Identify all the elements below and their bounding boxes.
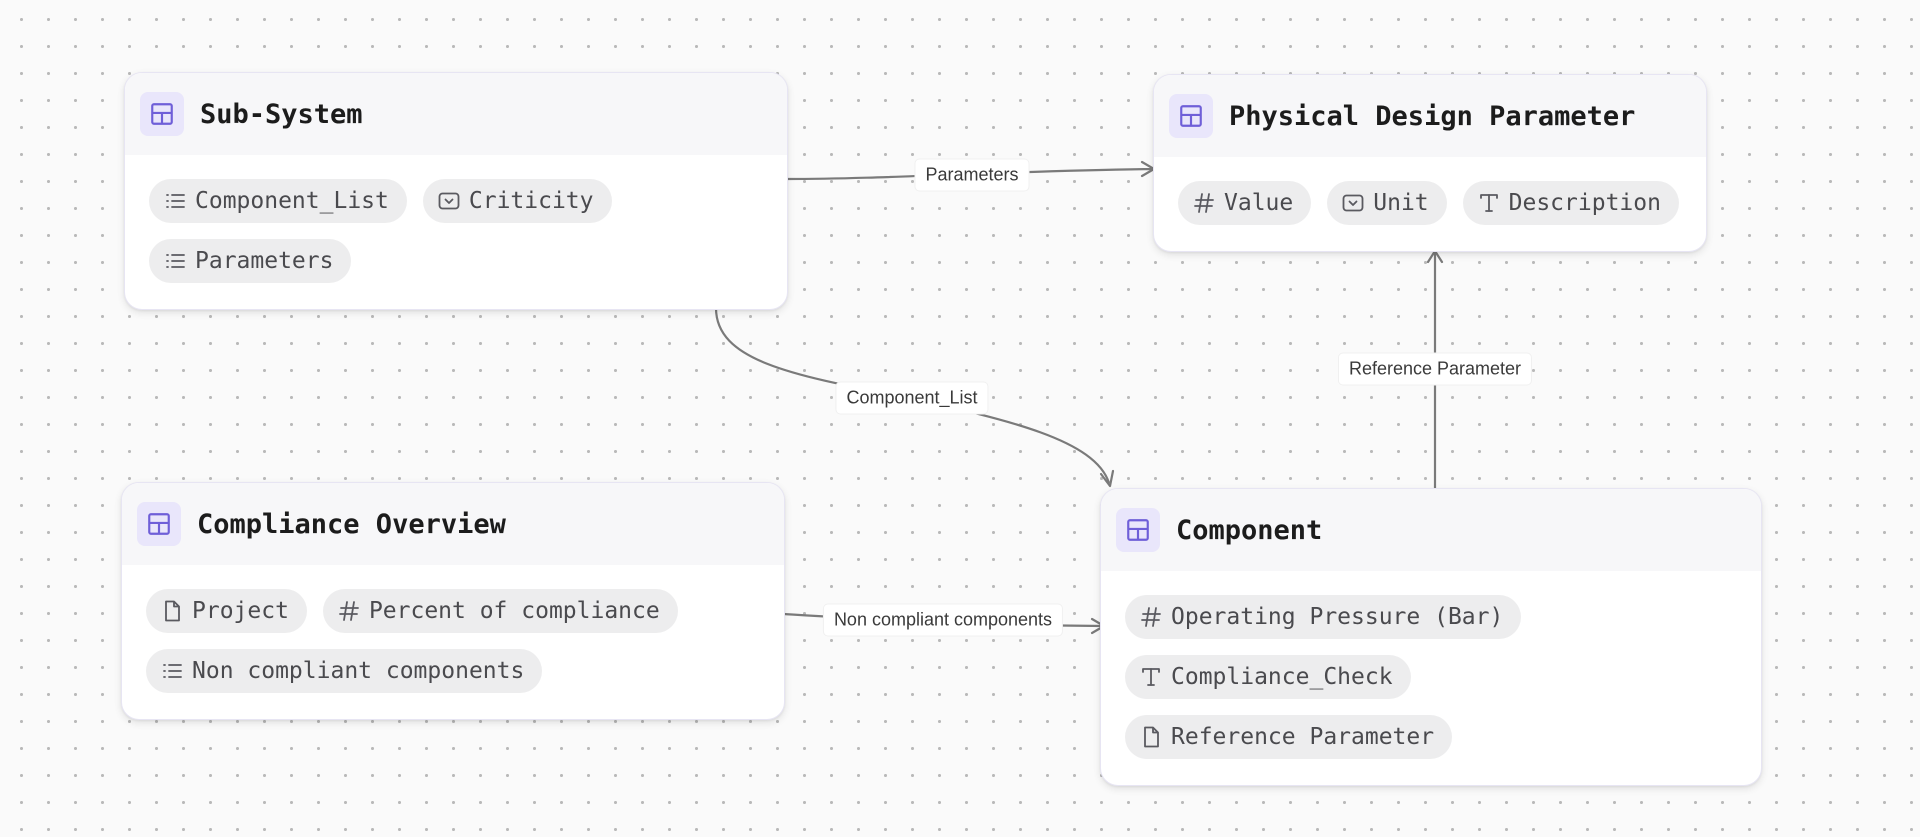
field-chip[interactable]: Description: [1462, 181, 1679, 225]
field-list: Operating Pressure (Bar) Compliance_Chec…: [1101, 571, 1761, 759]
node-component[interactable]: Component Operating Pressure (Bar) Compl…: [1100, 488, 1762, 786]
field-label: Reference Parameter: [1171, 724, 1435, 750]
edge-label-reference-parameter[interactable]: Reference Parameter: [1338, 353, 1532, 385]
hash-icon: [1192, 191, 1216, 215]
list-icon: [163, 249, 187, 273]
select-icon: [437, 189, 461, 213]
field-chip[interactable]: Component_List: [149, 179, 407, 223]
text-icon: [1139, 665, 1163, 689]
hash-icon: [337, 599, 361, 623]
field-label: Percent of compliance: [368, 598, 660, 624]
field-label: Project: [192, 598, 289, 624]
edge-label-non-compliant-components[interactable]: Non compliant components: [823, 604, 1063, 636]
table-icon: [1169, 94, 1213, 138]
field-chip[interactable]: Percent of compliance: [322, 589, 678, 633]
node-physical-design-parameter[interactable]: Physical Design Parameter Value Unit Des…: [1153, 74, 1707, 252]
node-title: Component: [1176, 514, 1323, 546]
field-label: Description: [1508, 190, 1661, 216]
field-chip[interactable]: Operating Pressure (Bar): [1125, 595, 1522, 639]
field-label: Unit: [1373, 190, 1429, 216]
table-icon: [140, 92, 184, 136]
field-label: Non compliant components: [192, 658, 525, 684]
diagram-canvas[interactable]: Parameters Component_List Reference Para…: [0, 0, 1920, 837]
list-icon: [160, 659, 184, 683]
field-chip[interactable]: Non compliant components: [146, 649, 543, 693]
node-header[interactable]: Component: [1101, 489, 1761, 571]
field-chip[interactable]: Project: [146, 589, 307, 633]
field-label: Criticity: [468, 188, 594, 214]
node-title: Physical Design Parameter: [1229, 100, 1636, 132]
field-chip[interactable]: Criticity: [422, 179, 612, 223]
field-chip[interactable]: Value: [1178, 181, 1312, 225]
list-icon: [163, 189, 187, 213]
hash-icon: [1139, 605, 1163, 629]
field-list: Component_List Criticity Parameters: [125, 155, 787, 283]
table-icon: [137, 502, 181, 546]
node-header[interactable]: Compliance Overview: [122, 483, 784, 565]
field-label: Parameters: [195, 248, 334, 274]
node-title: Sub-System: [200, 98, 363, 130]
table-icon: [1116, 508, 1160, 552]
field-label: Value: [1224, 190, 1294, 216]
field-chip[interactable]: Reference Parameter: [1125, 715, 1453, 759]
field-chip[interactable]: Unit: [1327, 181, 1447, 225]
node-title: Compliance Overview: [197, 508, 506, 540]
node-sub-system[interactable]: Sub-System Component_List Criticity Para…: [124, 72, 788, 310]
field-chip[interactable]: Compliance_Check: [1125, 655, 1411, 699]
field-chip[interactable]: Parameters: [149, 239, 352, 283]
field-list: Value Unit Description: [1154, 157, 1706, 225]
node-header[interactable]: Physical Design Parameter: [1154, 75, 1706, 157]
document-icon: [1139, 725, 1163, 749]
field-label: Operating Pressure (Bar): [1171, 604, 1504, 630]
document-icon: [160, 599, 184, 623]
text-icon: [1477, 191, 1501, 215]
node-compliance-overview[interactable]: Compliance Overview Project Percent of c…: [121, 482, 785, 720]
field-label: Compliance_Check: [1171, 664, 1393, 690]
node-header[interactable]: Sub-System: [125, 73, 787, 155]
select-icon: [1341, 191, 1365, 215]
edge-label-component-list[interactable]: Component_List: [836, 382, 988, 414]
field-label: Component_List: [195, 188, 389, 214]
edge-label-parameters[interactable]: Parameters: [915, 159, 1029, 191]
field-list: Project Percent of compliance Non compli…: [122, 565, 784, 693]
